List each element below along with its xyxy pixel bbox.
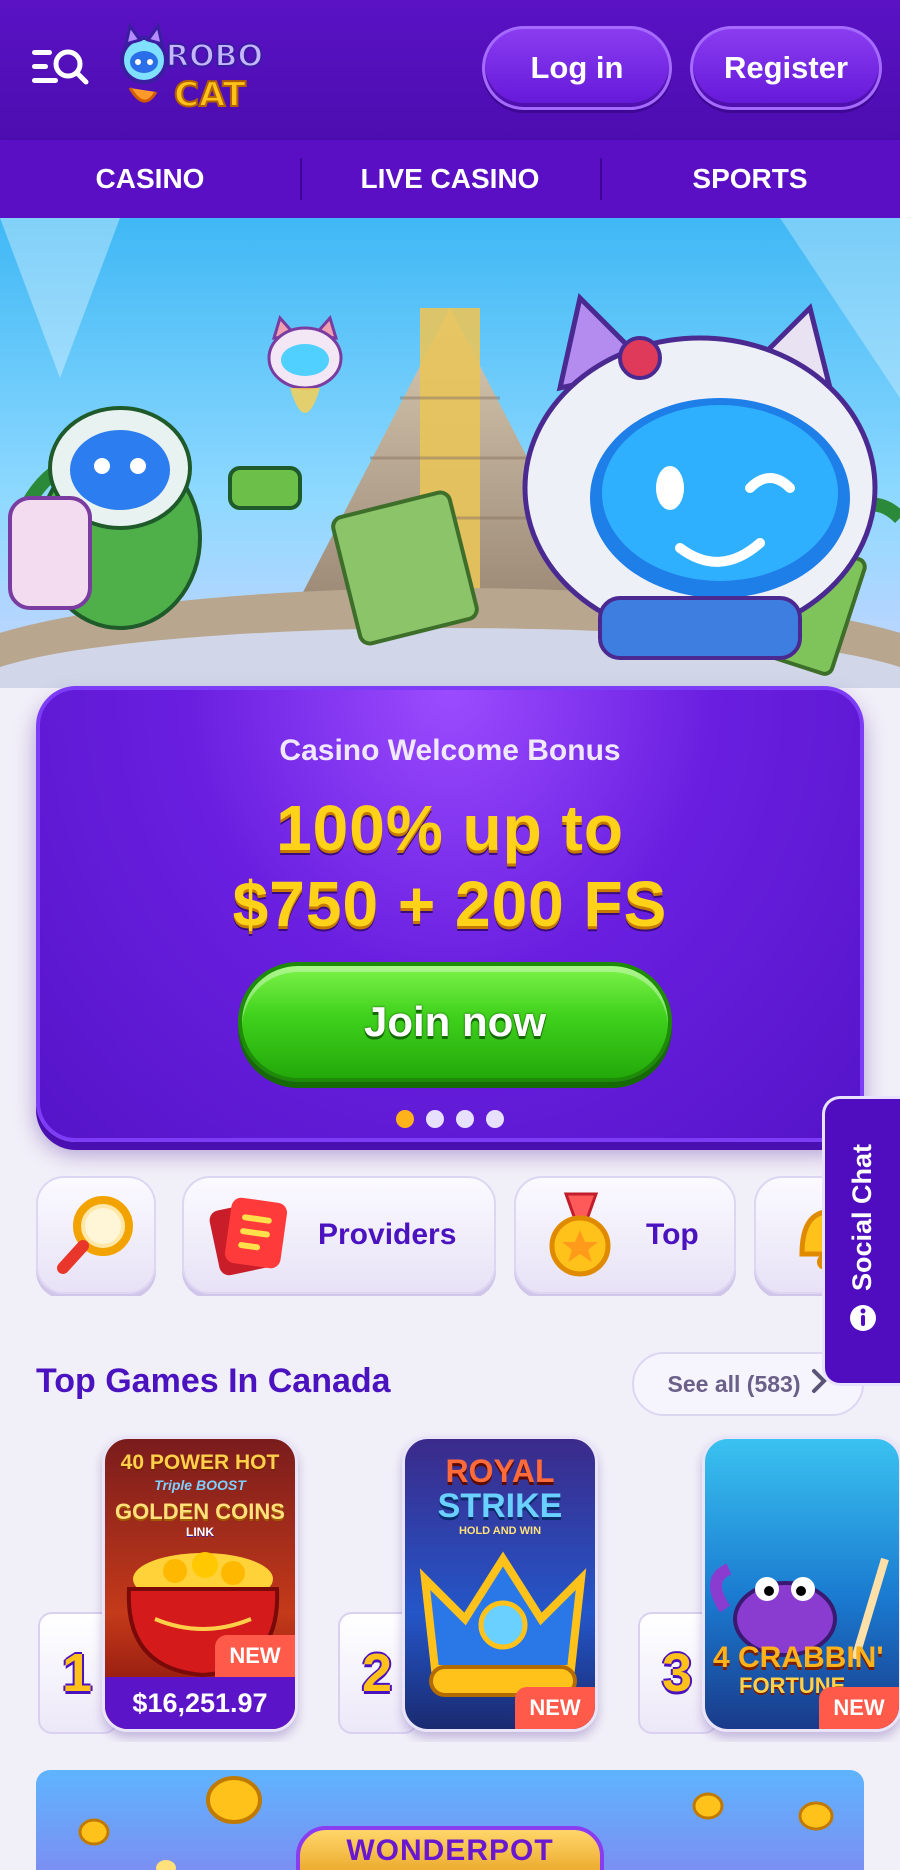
- category-providers[interactable]: Providers: [182, 1176, 496, 1294]
- game-card-crabbin-fortune[interactable]: 4 CRABBIN' FORTUNE NEW: [702, 1436, 900, 1732]
- category-top[interactable]: Top: [514, 1176, 736, 1294]
- providers-icon: [206, 1192, 292, 1278]
- tab-sports[interactable]: SPORTS: [600, 140, 900, 218]
- game-art-subtitle: STRIKE: [437, 1487, 563, 1525]
- wonderpot-label: WONDERPOT: [296, 1826, 604, 1870]
- logo-text-top: ROBO: [166, 39, 263, 74]
- menu-search-icon[interactable]: [30, 44, 90, 92]
- main-nav: CASINO LIVE CASINO SPORTS: [0, 140, 900, 218]
- login-button[interactable]: Log in: [482, 26, 672, 110]
- game-art-subtitle: Triple BOOST: [154, 1477, 246, 1493]
- jackpot-amount: $16,251.97: [105, 1677, 295, 1729]
- search-icon: [53, 1192, 139, 1278]
- top-header: ROBO CAT Log in Register: [0, 0, 900, 140]
- game-art-title-2: GOLDEN COINS: [115, 1499, 285, 1524]
- game-art-title: ROYAL: [445, 1453, 555, 1489]
- promo-title: 100% up to $750 + 200 FS: [40, 790, 860, 942]
- info-icon: [848, 1303, 878, 1338]
- welcome-bonus-card: Casino Welcome Bonus 100% up to $750 + 2…: [36, 686, 864, 1142]
- game-art-title: 40 POWER HOT: [120, 1451, 280, 1474]
- wonderpot-banner[interactable]: WONDERPOT: [36, 1770, 864, 1870]
- category-search[interactable]: [36, 1176, 156, 1294]
- new-badge: NEW: [819, 1687, 899, 1729]
- see-all-label: See all (583): [667, 1370, 801, 1397]
- social-chat-label: Social Chat: [847, 1143, 877, 1292]
- carousel-dot-2[interactable]: [426, 1110, 444, 1128]
- hero-illustration: [0, 218, 900, 688]
- promo-subtitle: Casino Welcome Bonus: [279, 734, 621, 767]
- carousel-dot-3[interactable]: [456, 1110, 474, 1128]
- medal-icon: [542, 1192, 616, 1278]
- carousel-dot-4[interactable]: [486, 1110, 504, 1128]
- register-button[interactable]: Register: [690, 26, 882, 110]
- carousel-dot-1[interactable]: [396, 1110, 414, 1128]
- game-card-royal-strike[interactable]: ROYAL STRIKE HOLD AND WIN NEW: [402, 1436, 598, 1732]
- game-art-subtitle-2: LINK: [186, 1525, 214, 1539]
- category-providers-label: Providers: [318, 1218, 457, 1251]
- new-badge: NEW: [515, 1687, 595, 1729]
- game-card-golden-coins[interactable]: 40 POWER HOT Triple BOOST GOLDEN COINS L…: [102, 1436, 298, 1732]
- logo-text-bottom: CAT: [174, 75, 247, 115]
- new-badge: NEW: [215, 1635, 295, 1677]
- tab-live-casino[interactable]: LIVE CASINO: [300, 140, 600, 218]
- category-row: Providers Top: [0, 1176, 900, 1296]
- join-now-button[interactable]: Join now: [238, 962, 672, 1082]
- promo-title-line2: $750 + 200 FS: [232, 868, 668, 940]
- promo-title-line1: 100% up to: [276, 792, 624, 864]
- tab-casino[interactable]: CASINO: [0, 140, 300, 218]
- robocat-logo[interactable]: ROBO CAT: [116, 22, 276, 118]
- category-top-label: Top: [646, 1218, 699, 1251]
- game-art-subtitle-2: HOLD AND WIN: [458, 1525, 542, 1537]
- game-art-title: 4 CRABBIN': [713, 1641, 884, 1674]
- top-games-title: Top Games In Canada: [36, 1362, 391, 1400]
- carousel-dots: [40, 1110, 860, 1128]
- top-games-list: 1 40 POWER HOT Triple BOOST GOLDEN COINS…: [0, 1432, 900, 1742]
- social-chat-tab[interactable]: Social Chat: [822, 1096, 900, 1386]
